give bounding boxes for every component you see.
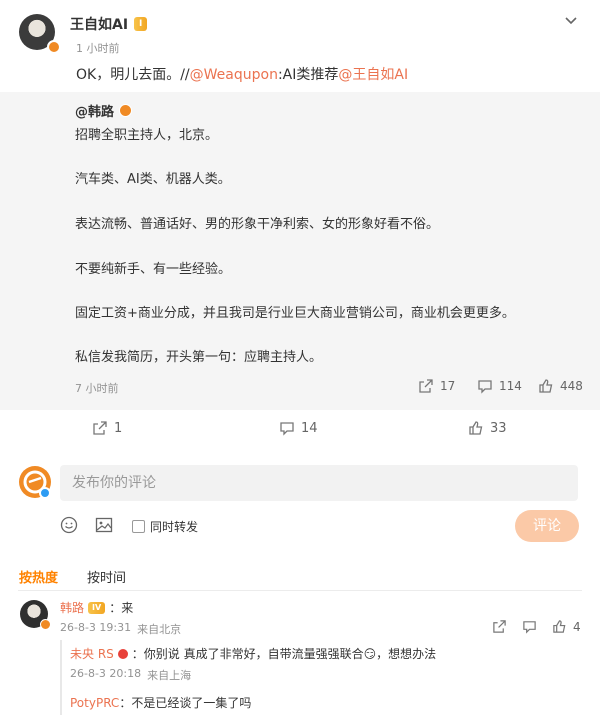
- post-text: OK，明儿去面。//@Weaqupon:AI类推荐@王自如AI: [76, 64, 408, 84]
- repost-comment-button[interactable]: 114: [477, 378, 522, 394]
- reply2-author-name[interactable]: PotyPRC: [70, 696, 119, 710]
- image-icon[interactable]: [95, 516, 113, 534]
- share-icon: [92, 420, 108, 436]
- repost-comment-count: 114: [499, 379, 522, 393]
- comment-icon: [279, 420, 295, 436]
- repost-count: 1: [114, 420, 123, 436]
- like-count: 33: [490, 420, 507, 436]
- repost-line-5: 固定工资+商业分成，并且我司是行业巨大商业营销公司，商业机会更更多。: [75, 306, 515, 321]
- repost-line-2: 汽车类、AI类、机器人类。: [75, 172, 231, 187]
- post-text-prefix: OK，明儿去面。//: [76, 67, 190, 83]
- repost-button[interactable]: 1: [92, 420, 122, 436]
- also-repost-label[interactable]: 同时转发: [150, 518, 198, 535]
- repost-line-4: 不要纯新手、有一些经验。: [75, 262, 232, 277]
- thumbs-up-icon: [552, 619, 567, 634]
- reply-text: ：你别说 真成了非常好，自带流量强强联合😏，想想办法: [131, 647, 437, 661]
- repost-author[interactable]: @韩路: [75, 101, 114, 120]
- reply-author-name[interactable]: 未央 RS: [70, 645, 114, 662]
- comment-count: 14: [301, 420, 318, 436]
- repost-share-count: 17: [440, 379, 456, 393]
- submit-comment-button[interactable]: 评论: [515, 510, 579, 542]
- tab-time[interactable]: 按时间: [87, 567, 126, 586]
- comment-button[interactable]: 14: [279, 420, 318, 436]
- reply-badge-icon: [117, 648, 128, 659]
- comment-icon: [477, 378, 493, 394]
- comment-time: 26-8-3 19:31: [60, 621, 132, 634]
- emoji-icon[interactable]: [60, 516, 78, 534]
- tabs-divider: [18, 590, 582, 591]
- thumbs-up-icon: [468, 420, 484, 436]
- post-text-middle: :AI类推荐: [277, 67, 339, 83]
- comment-location: 来自北京: [137, 623, 182, 636]
- comment-author-name[interactable]: 韩路: [60, 599, 84, 616]
- comment-reply-icon[interactable]: [522, 619, 537, 634]
- post-time[interactable]: 1 小时前: [76, 40, 120, 56]
- comment-vip-badge: IV: [88, 601, 106, 614]
- repost-line-6: 私信发我简历，开头第一句：应聘主持人。: [75, 350, 323, 365]
- repost-like-button[interactable]: 448: [538, 378, 583, 394]
- repost-share-button[interactable]: 17: [418, 378, 455, 394]
- mention-wangziru[interactable]: @王自如AI: [338, 67, 408, 83]
- also-repost-checkbox[interactable]: [132, 520, 145, 533]
- my-verified-icon: [39, 487, 51, 499]
- comment-like-count: 4: [573, 619, 581, 634]
- share-icon: [418, 378, 434, 394]
- more-chevron-icon[interactable]: [563, 12, 579, 28]
- reply2-text: ：不是已经谈了一集了吗: [119, 696, 252, 710]
- comment-share-icon[interactable]: [492, 619, 507, 634]
- repost-verified-icon: [119, 104, 133, 117]
- comment-like-button[interactable]: 4: [552, 619, 581, 634]
- reply-time: 26-8-3 20:18: [70, 667, 142, 680]
- reply-location: 来自上海: [147, 669, 192, 682]
- author-name[interactable]: 王自如AI: [70, 14, 128, 34]
- vip-badge: I: [134, 17, 148, 31]
- verified-badge-icon: [47, 40, 61, 54]
- like-button[interactable]: 33: [468, 420, 507, 436]
- mention-weaqupon[interactable]: @Weaqupon: [190, 67, 278, 83]
- repost-line-3: 表达流畅、普通话好、男的形象干净利索、女的形象好看不俗。: [75, 217, 440, 232]
- thumbs-up-icon: [538, 378, 554, 394]
- comment-verified-icon: [40, 619, 51, 630]
- tab-hot[interactable]: 按热度: [19, 567, 58, 586]
- repost-like-count: 448: [560, 379, 583, 393]
- repost-time[interactable]: 7 小时前: [75, 380, 119, 396]
- comment-input[interactable]: 发布你的评论: [60, 465, 578, 501]
- repost-line-1: 招聘全职主持人，北京。: [75, 128, 219, 143]
- comment-text: ：来: [109, 601, 134, 615]
